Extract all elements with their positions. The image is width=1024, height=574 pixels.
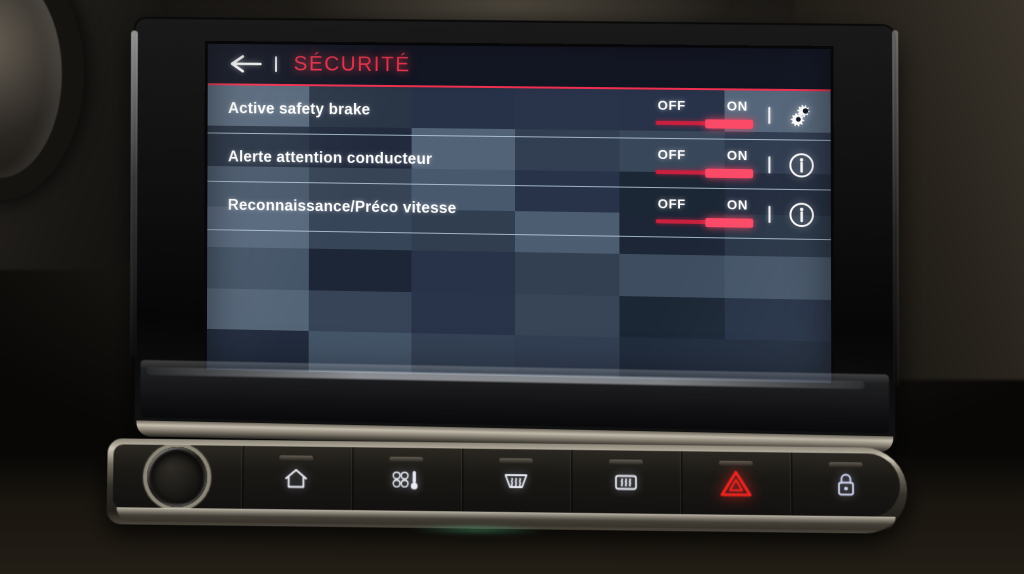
lcd-display[interactable]: SÉCURITÉ Active safety brake OFF ON Aler… bbox=[206, 43, 832, 384]
toggle-off-label: OFF bbox=[657, 196, 686, 212]
control-separator bbox=[768, 155, 771, 174]
mosaic-tile bbox=[411, 291, 515, 335]
mosaic-tile bbox=[206, 287, 309, 331]
info-circle-icon[interactable] bbox=[786, 199, 817, 230]
toggle-off-label: OFF bbox=[657, 97, 686, 114]
door-lock-icon bbox=[834, 472, 856, 503]
door-lock-button[interactable] bbox=[789, 452, 901, 518]
button-grip bbox=[828, 461, 863, 468]
settings-list: Active safety brake OFF ON Alerte attent… bbox=[207, 85, 831, 241]
rotary-knob-dial[interactable] bbox=[146, 446, 208, 508]
mosaic-tile bbox=[514, 252, 620, 296]
mosaic-tile bbox=[724, 297, 832, 342]
mosaic-tile bbox=[308, 289, 412, 333]
row-controls: OFF ON bbox=[655, 139, 817, 189]
rear-defrost-button[interactable] bbox=[570, 449, 681, 516]
row-controls: OFF ON bbox=[655, 90, 817, 140]
row-controls: OFF ON bbox=[655, 188, 817, 239]
button-grip bbox=[718, 460, 753, 467]
hazard-warning-icon bbox=[719, 470, 752, 503]
climate-fan-icon bbox=[391, 468, 421, 497]
mosaic-tile bbox=[619, 295, 725, 340]
back-arrow-icon[interactable] bbox=[228, 53, 263, 75]
housing-right-highlight bbox=[892, 30, 900, 386]
table-row[interactable]: Alerte attention conducteur OFF ON bbox=[207, 133, 831, 191]
mosaic-tile bbox=[514, 293, 620, 338]
mosaic-tile bbox=[619, 254, 725, 298]
hazard-warning-button[interactable] bbox=[680, 451, 791, 517]
mosaic-tile bbox=[207, 247, 309, 290]
off-on-toggle[interactable]: OFF ON bbox=[655, 195, 754, 231]
housing-left-highlight bbox=[129, 30, 138, 357]
button-grip bbox=[608, 459, 643, 465]
button-grip bbox=[279, 455, 314, 461]
mosaic-tile bbox=[308, 248, 412, 292]
windshield-defrost-icon bbox=[501, 469, 531, 498]
table-row[interactable]: Active safety brake OFF ON bbox=[207, 85, 831, 141]
mosaic-tile bbox=[724, 255, 832, 300]
toggle-on-label: ON bbox=[726, 197, 749, 213]
rotary-volume-knob[interactable] bbox=[113, 444, 242, 509]
home-button[interactable] bbox=[240, 445, 352, 512]
climate-button[interactable] bbox=[350, 447, 461, 513]
button-grip bbox=[389, 456, 424, 463]
control-separator bbox=[768, 106, 771, 124]
control-separator bbox=[768, 205, 771, 223]
button-bar-ambient-glow bbox=[406, 523, 548, 536]
info-circle-icon[interactable] bbox=[786, 149, 817, 180]
infotainment-screen-housing: SÉCURITÉ Active safety brake OFF ON Aler… bbox=[129, 18, 900, 453]
header-separator bbox=[275, 56, 278, 73]
toggle-on-label: ON bbox=[726, 98, 748, 114]
toggle-on-label: ON bbox=[726, 147, 748, 164]
windshield-defrost-button[interactable] bbox=[460, 448, 571, 514]
off-on-toggle[interactable]: OFF ON bbox=[655, 146, 754, 182]
off-on-toggle[interactable]: OFF ON bbox=[655, 97, 754, 132]
table-row[interactable]: Reconnaissance/Préco vitesse OFF ON bbox=[207, 181, 831, 241]
setting-label: Reconnaissance/Préco vitesse bbox=[227, 196, 457, 218]
button-grip bbox=[499, 457, 534, 464]
physical-button-bar bbox=[106, 438, 908, 536]
photo-scene: SÉCURITÉ Active safety brake OFF ON Aler… bbox=[0, 0, 1024, 574]
toggle-knob bbox=[705, 168, 754, 179]
screen-header: SÉCURITÉ bbox=[207, 43, 831, 92]
page-title: SÉCURITÉ bbox=[293, 52, 411, 77]
home-icon bbox=[283, 466, 309, 495]
gears-settings-icon[interactable] bbox=[786, 100, 817, 131]
setting-label: Alerte attention conducteur bbox=[227, 148, 433, 168]
setting-label: Active safety brake bbox=[228, 100, 371, 119]
toggle-knob bbox=[705, 119, 754, 129]
button-bar-face bbox=[112, 444, 901, 518]
rear-defrost-icon bbox=[611, 470, 641, 499]
mosaic-tile bbox=[411, 250, 515, 294]
toggle-knob bbox=[705, 217, 754, 228]
toggle-off-label: OFF bbox=[657, 146, 686, 163]
